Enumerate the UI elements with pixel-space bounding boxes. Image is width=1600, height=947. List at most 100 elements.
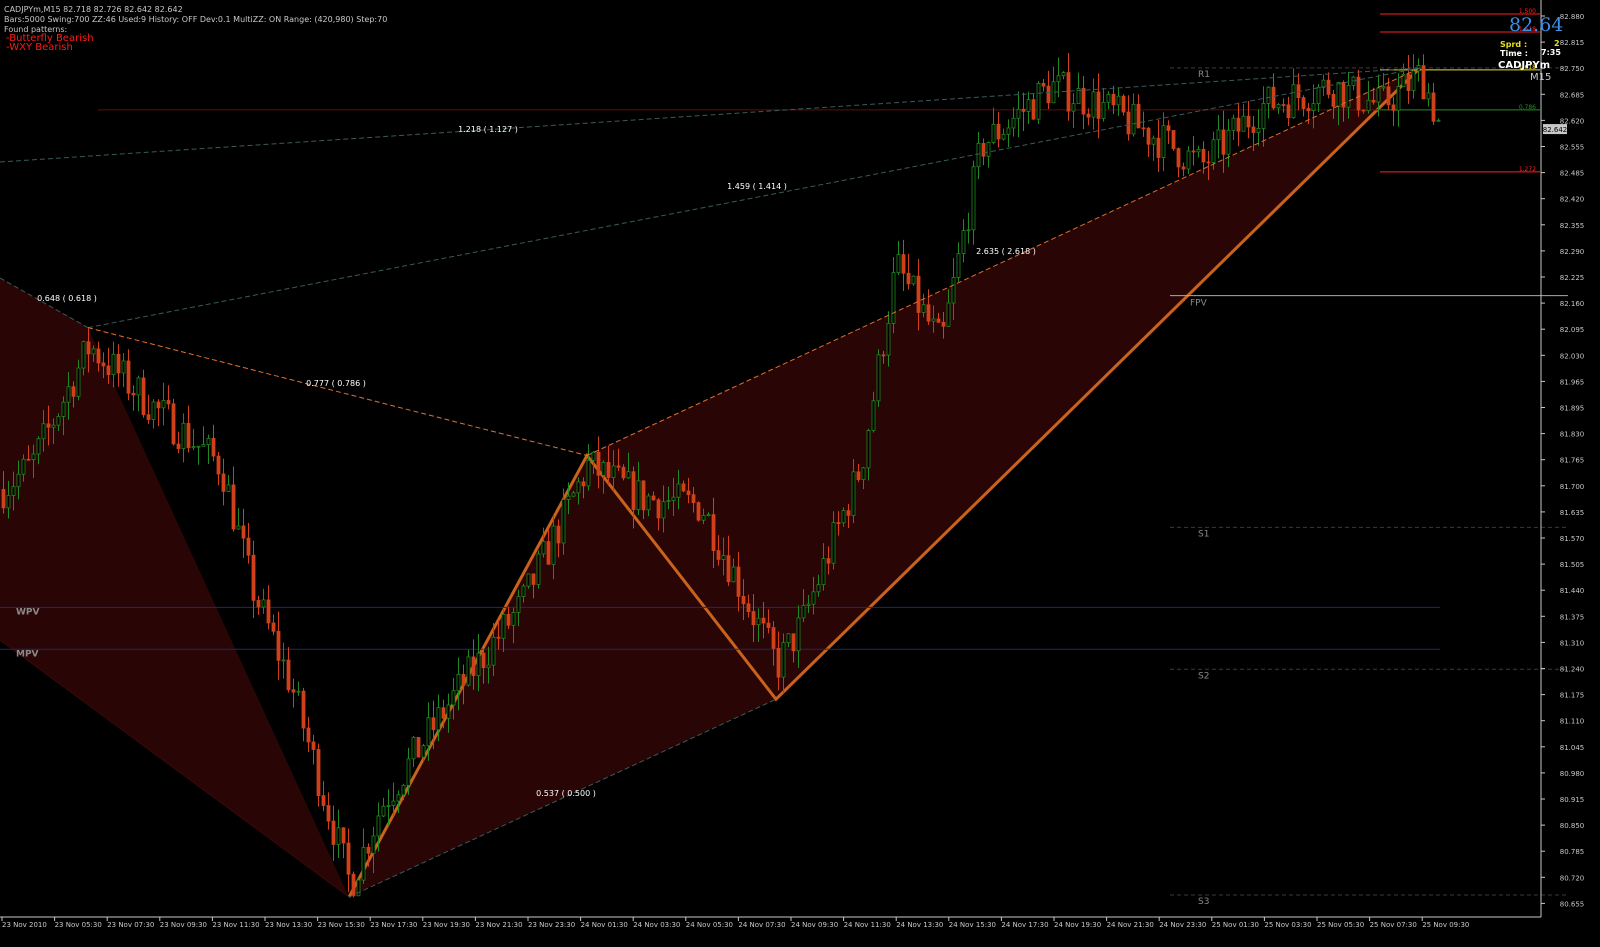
price-tick-label: 80.785 [1560,848,1585,856]
candle-body [1021,108,1026,112]
candle-body [1396,86,1401,111]
time-tick-label: 24 Nov 19:30 [1054,921,1101,929]
candle-body [1336,82,1341,107]
candle-body [476,652,481,676]
candle-body [221,473,226,492]
chart-header-line2: Bars:5000 Swing:700 ZZ:46 Used:9 History… [4,15,388,24]
candle-body [1316,86,1321,105]
candle-body [96,348,101,364]
candle-body [256,600,261,608]
time-tick-label: 24 Nov 23:30 [1159,921,1206,929]
candle-body [231,484,236,530]
candle-body [1066,72,1071,112]
candle-body [1186,150,1191,170]
candle-body [266,599,271,624]
candle-body [1241,115,1246,132]
pivot-label-s2: S2 [1198,671,1209,681]
time-tick-label: 23 Nov 21:30 [475,921,522,929]
time-tick-label: 24 Nov 09:30 [791,921,838,929]
candle-body [416,737,421,758]
candle-body [86,341,91,355]
candle-body [1261,103,1266,129]
candle-body [461,673,466,686]
candle-body [1326,79,1331,95]
candle-body [1226,129,1231,155]
chart-canvas[interactable]: R1FPVS1WPVMPVS2S31.5001.6181.6180.7861.2… [0,0,1600,947]
candle-body [1356,76,1361,111]
candle-body [781,642,786,678]
candle-body [801,604,806,619]
candle-body [1256,128,1261,133]
candle-body [886,322,891,356]
price-tick-label: 82.290 [1560,248,1585,256]
candle-body [936,318,941,323]
time-value: 7:35 [1541,48,1561,57]
candle-body [1371,99,1376,103]
candle-body [341,827,346,844]
candle-body [866,430,871,469]
price-tick-label: 81.965 [1560,378,1585,386]
candle-body [241,525,246,539]
candle-body [561,499,566,544]
candle-body [51,424,56,428]
candle-body [511,612,516,626]
candle-body [851,471,856,516]
candle-body [1006,127,1011,135]
candle-body [1011,117,1016,129]
time-tick-label: 24 Nov 01:30 [581,921,628,929]
candle-body [296,690,301,693]
candle-body [81,341,86,369]
candle-body [1036,83,1041,120]
candle-body [1,489,6,509]
candle-body [551,525,556,565]
candle-body [116,353,121,374]
candle-body [1271,86,1276,109]
price-tick-label: 82.485 [1560,170,1585,178]
candle-body [506,613,511,626]
spread-label: Sprd : [1500,40,1528,49]
candle-body [291,689,296,693]
candle-body [1411,70,1416,91]
candle-body [181,422,186,449]
candle-body [1376,87,1381,103]
price-tick-label: 81.505 [1560,561,1585,569]
time-tick-label: 24 Nov 17:30 [1001,921,1048,929]
candle-body [541,541,546,555]
candle-body [131,392,136,396]
candle-body [966,229,971,232]
candle-body [771,627,776,649]
candle-body [976,142,981,168]
price-tick-label: 80.980 [1560,770,1585,778]
candle-body [661,501,666,519]
candle-body [1026,99,1031,112]
price-tick-label: 81.570 [1560,535,1585,543]
candle-body [1211,139,1216,163]
candle-body [716,550,721,560]
time-tick-label: 25 Nov 09:30 [1422,921,1469,929]
candle-body [766,622,771,628]
target-label-3: 0.786 [1519,104,1536,111]
candle-body [1161,125,1166,158]
candle-body [496,636,501,639]
candle-body [1121,95,1126,113]
candle-body [1046,85,1051,104]
candle-body [251,554,256,601]
time-tick-label: 23 Nov 2010 [2,921,47,929]
candle-body [56,416,61,426]
candle-body [351,873,356,897]
time-tick-label: 25 Nov 07:30 [1370,921,1417,929]
candle-body [11,486,16,496]
candle-body [166,400,171,405]
candle-body [636,480,641,510]
candle-body [676,483,681,498]
candle-body [1216,129,1221,141]
symbol-label: CADJPYm [1498,60,1551,71]
candle-body [206,437,211,446]
pivot-label-wpv: WPV [16,607,40,617]
candle-body [1056,75,1061,83]
candle-body [1151,137,1156,145]
candle-body [951,277,956,304]
candle-body [606,461,611,478]
candle-body [1196,148,1201,153]
candle-body [71,386,76,397]
